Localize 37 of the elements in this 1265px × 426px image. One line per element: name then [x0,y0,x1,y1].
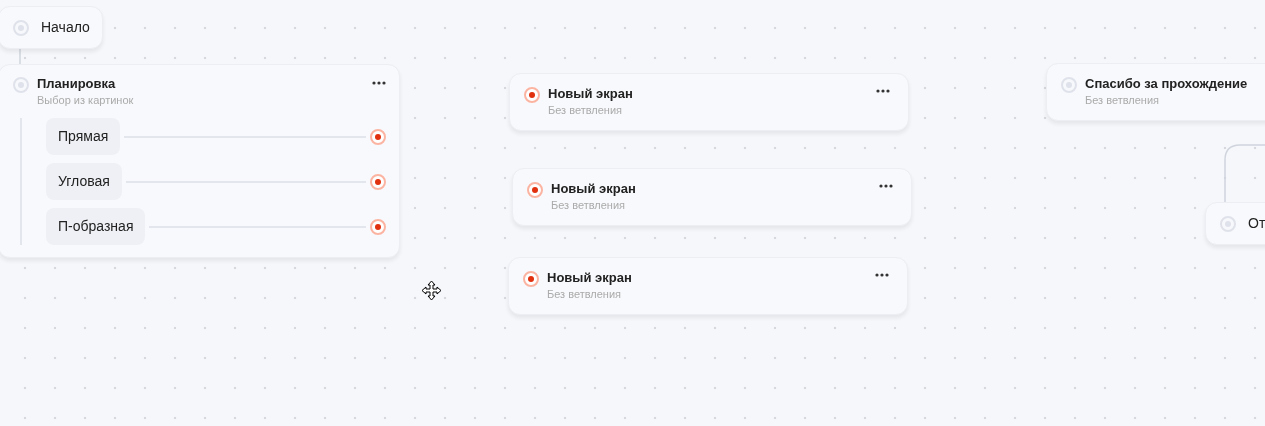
node-subtitle: Без ветвления [548,103,623,118]
node-title: Новый экран [548,85,634,103]
flow-node[interactable]: Спасибо за прохождение Без ветвления [1046,63,1265,121]
flow-node[interactable]: Планировка Выбор из картинок Прямая Угловая П-образная [0,64,400,258]
port-handle[interactable] [370,128,386,145]
port-handle[interactable] [523,271,539,287]
more-icon[interactable] [876,89,890,93]
node-title: Новый экран [551,180,637,198]
flow-node[interactable]: От [1205,202,1265,245]
port-handle[interactable] [1061,77,1077,93]
flow-node[interactable]: Новый экран Без ветвления [512,168,912,226]
port-handle[interactable] [370,173,386,190]
node-subtitle: Выбор из картинок [37,93,135,108]
flow-node[interactable]: Новый экран Без ветвления [509,73,909,131]
flow-node[interactable]: Новый экран Без ветвления [508,257,908,315]
node-title: От [1248,214,1265,233]
port-handle[interactable] [527,182,543,198]
port-handle[interactable] [370,218,386,235]
node-title: Новый экран [547,269,633,287]
option-chip[interactable]: Прямая [46,118,121,155]
more-icon[interactable] [879,184,893,188]
more-icon[interactable] [875,273,889,277]
move-cursor-icon [421,280,442,301]
option-chip[interactable]: П-образная [46,208,146,245]
more-icon[interactable] [372,81,386,85]
node-subtitle: Без ветвления [1085,93,1160,108]
port-handle[interactable] [13,19,29,36]
port-handle[interactable] [524,87,540,103]
node-subtitle: Без ветвления [547,287,622,302]
node-title: Начало [41,18,90,37]
node-subtitle: Без ветвления [551,198,626,213]
node-title: Спасибо за прохождение [1085,75,1249,93]
port-handle[interactable] [13,77,29,93]
flow-node[interactable]: Начало [0,6,103,49]
option-chip[interactable]: Угловая [46,163,122,200]
node-title: Планировка [37,75,117,93]
port-handle[interactable] [1220,215,1236,232]
